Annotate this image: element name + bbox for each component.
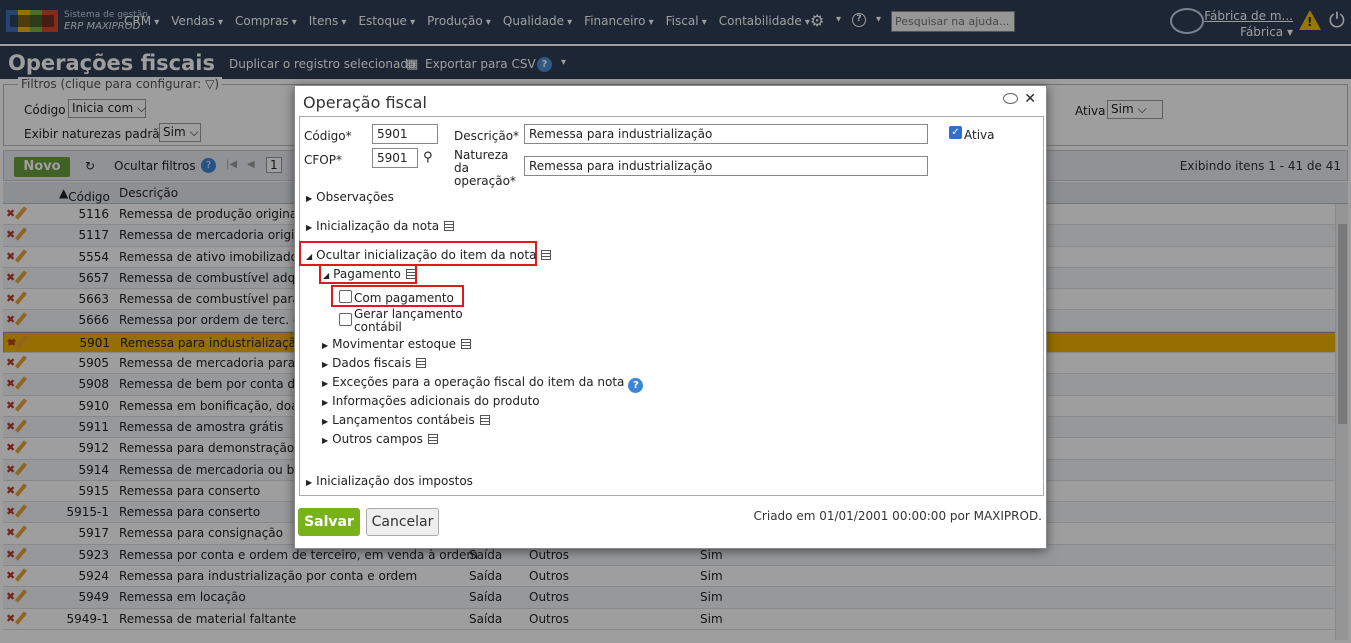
section-ocultar-item-label: Ocultar inicialização do item da nota [316, 248, 537, 262]
collapse-triangle-icon: ◢ [306, 252, 313, 261]
descricao-label: Descrição* [454, 129, 520, 143]
operacao-fiscal-dialog: Operação fiscal ✕ Código* CFOP* ⚲ Descri… [294, 85, 1047, 549]
section-excecoes-label: Exceções para a operação fiscal do item … [332, 375, 625, 389]
ativa-label: Ativa [964, 128, 995, 142]
gerar-lancamento-label-2: contábil [354, 320, 402, 334]
section-excecoes[interactable]: ▶ Exceções para a operação fiscal do item… [322, 375, 644, 393]
com-pagamento-checkbox[interactable] [339, 290, 352, 303]
save-button[interactable]: Salvar [298, 508, 360, 536]
section-lancamentos-contabeis[interactable]: ▶ Lançamentos contábeis [322, 413, 490, 427]
expand-triangle-icon: ▶ [322, 417, 329, 426]
notes-icon[interactable] [427, 434, 438, 444]
section-movimentar-estoque[interactable]: ▶ Movimentar estoque [322, 337, 472, 351]
expand-triangle-icon: ▶ [322, 341, 329, 350]
comment-icon[interactable] [1003, 93, 1018, 104]
expand-triangle-icon: ▶ [322, 398, 329, 407]
section-info-adicionais-label: Informações adicionais do produto [332, 394, 540, 408]
section-movimentar-estoque-label: Movimentar estoque [332, 337, 457, 351]
natureza-label: Natureza da operação* [454, 149, 516, 188]
notes-icon[interactable] [405, 269, 416, 279]
expand-triangle-icon: ▶ [322, 360, 329, 369]
expand-triangle-icon: ▶ [306, 223, 313, 232]
section-info-adicionais[interactable]: ▶ Informações adicionais do produto [322, 394, 540, 408]
collapse-triangle-icon: ◢ [323, 271, 330, 280]
section-ocultar-item[interactable]: ◢ Ocultar inicialização do item da nota [306, 248, 552, 262]
natureza-label-3: operação* [454, 174, 516, 188]
cfop-label: CFOP* [304, 153, 342, 167]
section-dados-fiscais-label: Dados fiscais [332, 356, 412, 370]
gerar-lancamento-label: Gerar lançamento contábil [354, 308, 463, 334]
section-pagamento-label: Pagamento [333, 267, 401, 281]
expand-triangle-icon: ▶ [306, 194, 313, 203]
created-info: Criado em 01/01/2001 00:00:00 por MAXIPR… [753, 509, 1042, 523]
section-dados-fiscais[interactable]: ▶ Dados fiscais [322, 356, 427, 370]
natureza-label-1: Natureza [454, 148, 509, 162]
com-pagamento-label: Com pagamento [354, 291, 454, 305]
section-inicializacao-nota-label: Inicialização da nota [316, 219, 440, 233]
codigo-field[interactable] [372, 124, 438, 144]
search-icon[interactable]: ⚲ [423, 150, 433, 165]
section-inicializacao-impostos[interactable]: ▶ Inicialização dos impostos [306, 474, 473, 488]
section-inicializacao-impostos-label: Inicialização dos impostos [316, 474, 473, 488]
cfop-field[interactable] [372, 148, 418, 168]
dialog-body: Código* CFOP* ⚲ Descrição* Naturezadaope… [299, 116, 1044, 496]
gerar-lancamento-checkbox[interactable] [339, 313, 352, 326]
notes-icon[interactable] [444, 221, 455, 231]
section-inicializacao-nota[interactable]: ▶ Inicialização da nota [306, 219, 455, 233]
section-pagamento[interactable]: ◢ Pagamento [323, 267, 416, 281]
section-lancamentos-contabeis-label: Lançamentos contábeis [332, 413, 475, 427]
notes-icon[interactable] [479, 415, 490, 425]
section-observacoes-label: Observações [316, 190, 394, 204]
ativa-checkbox[interactable]: ✓ [949, 126, 962, 139]
natureza-field[interactable] [524, 156, 928, 176]
notes-icon[interactable] [461, 339, 472, 349]
descricao-field[interactable] [524, 124, 928, 144]
expand-triangle-icon: ▶ [322, 379, 329, 388]
notes-icon[interactable] [541, 250, 552, 260]
codigo-label: Código* [304, 129, 352, 143]
dialog-title: Operação fiscal [303, 93, 427, 112]
close-icon[interactable]: ✕ [1024, 91, 1036, 107]
section-outros-campos-label: Outros campos [332, 432, 423, 446]
cancel-button[interactable]: Cancelar [366, 508, 439, 536]
section-outros-campos[interactable]: ▶ Outros campos [322, 432, 438, 446]
section-observacoes[interactable]: ▶ Observações [306, 190, 394, 204]
natureza-label-2: da [454, 161, 469, 175]
expand-triangle-icon: ▶ [306, 478, 313, 487]
expand-triangle-icon: ▶ [322, 436, 329, 445]
help-icon[interactable]: ? [628, 378, 644, 393]
gerar-lancamento-label-1: Gerar lançamento [354, 307, 463, 321]
notes-icon[interactable] [416, 358, 427, 368]
